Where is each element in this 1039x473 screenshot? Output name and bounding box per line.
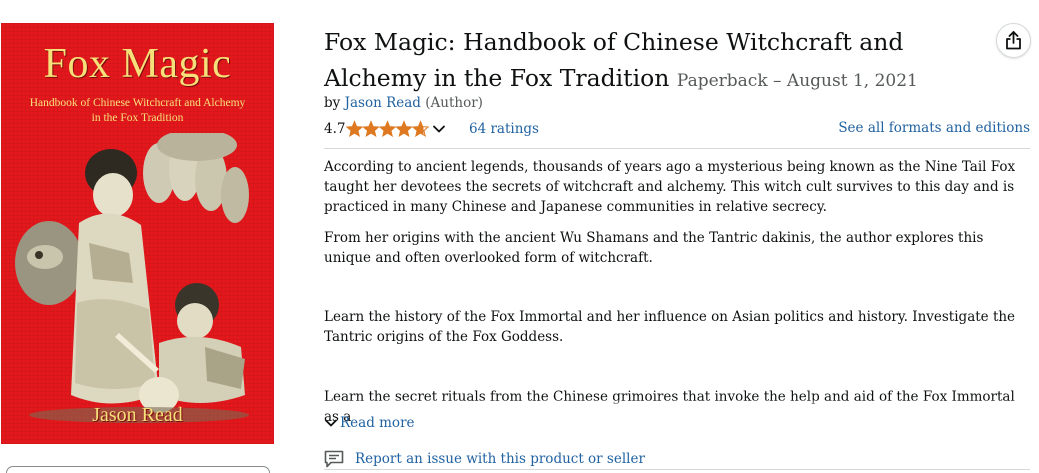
read-more-link[interactable]: Read more <box>324 415 415 431</box>
description-paragraph: According to ancient legends, thousands … <box>324 159 1016 215</box>
share-icon <box>1006 31 1021 50</box>
byline: by Jason Read (Author) <box>324 95 483 111</box>
divider <box>324 148 1030 149</box>
star-icon <box>378 120 397 138</box>
star-rating[interactable] <box>346 120 430 138</box>
book-cover-image[interactable]: Fox Magic Handbook of Chinese Witchcraft… <box>1 23 274 444</box>
read-more-label: Read more <box>340 415 415 431</box>
star-rating-icons <box>346 120 430 138</box>
report-issue-link[interactable]: Report an issue with this product or sel… <box>324 450 645 468</box>
divider-bottom <box>324 469 1030 470</box>
description-paragraph: From her origins with the ancient Wu Sha… <box>324 230 984 266</box>
description-fade <box>324 400 1032 412</box>
report-issue-label: Report an issue with this product or sel… <box>355 451 645 467</box>
author-role: (Author) <box>425 95 483 111</box>
cover-subtitle-line2: in the Fox Tradition <box>91 112 184 124</box>
chevron-down-icon <box>325 419 337 427</box>
rating-number: 4.7 <box>324 121 346 137</box>
author-link[interactable]: Jason Read <box>345 95 421 111</box>
see-all-formats-link[interactable]: See all formats and editions <box>838 120 1030 136</box>
netsuke-figure-illustration <box>15 133 249 423</box>
cover-subtitle: Handbook of Chinese Witchcraft and Alche… <box>21 96 254 126</box>
cover-subtitle-line1: Handbook of Chinese Witchcraft and Alche… <box>29 97 246 109</box>
chevron-down-icon[interactable] <box>432 122 446 136</box>
description-paragraph: Learn the history of the Fox Immortal an… <box>324 309 1016 345</box>
cover-title: Fox Magic <box>43 41 232 87</box>
product-title: Fox Magic: Handbook of Chinese Witchcraf… <box>324 24 1004 99</box>
cover-author: Jason Read <box>92 404 183 426</box>
product-format-date: Paperback – August 1, 2021 <box>676 71 918 91</box>
report-comment-icon <box>324 450 344 468</box>
star-icon <box>346 120 364 138</box>
star-icon <box>362 120 380 138</box>
star-icon <box>411 120 430 138</box>
share-button[interactable] <box>996 23 1031 58</box>
image-thumbnail-strip-edge <box>6 466 270 473</box>
star-icon <box>395 120 413 138</box>
ratings-count-link[interactable]: 64 ratings <box>469 121 539 137</box>
rating-row: 4.7 64 ratings See all formats and editi… <box>324 120 1030 140</box>
by-prefix: by <box>324 95 341 111</box>
